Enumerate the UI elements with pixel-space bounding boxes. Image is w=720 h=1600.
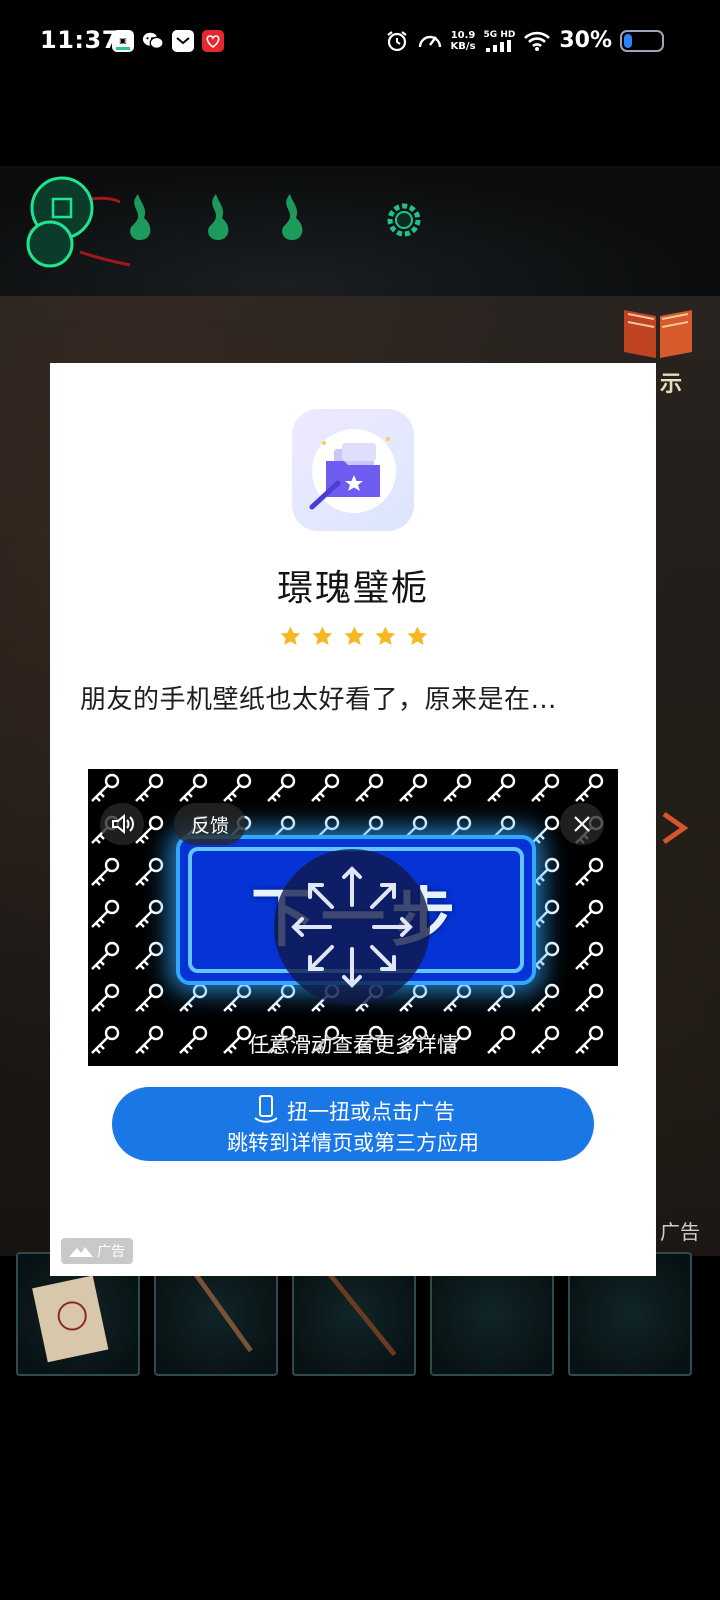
status-right: 10.9 KB/s 5G HD 30% <box>385 28 664 53</box>
wechat-icon <box>142 30 164 52</box>
ad-cta-button[interactable]: 扭一扭或点击广告 跳转到详情页或第三方应用 <box>112 1087 594 1161</box>
rating-stars <box>279 625 429 649</box>
alarm-icon <box>386 30 407 51</box>
flame-icon <box>282 194 303 240</box>
cell-signal-icon <box>485 39 511 52</box>
close-ad-button[interactable] <box>560 803 604 845</box>
cta-line-1: 扭一扭或点击广告 <box>112 1094 594 1126</box>
close-icon <box>574 816 590 832</box>
wallpaper-app-icon[interactable] <box>292 409 414 531</box>
hint-book-icon[interactable] <box>620 300 696 364</box>
app-name: 璟瑰璧栀 <box>276 568 429 609</box>
cta-line-2: 跳转到详情页或第三方应用 <box>227 1131 479 1155</box>
speaker-icon <box>112 813 134 835</box>
star-icon <box>407 626 428 646</box>
star-icon <box>344 626 364 646</box>
notification-icons: ▣ <box>112 30 224 52</box>
signal-label: 5G HD <box>483 29 516 40</box>
star-icon <box>375 626 396 646</box>
speed-gauge-icon <box>418 35 441 47</box>
phone-shake-icon <box>254 1095 278 1123</box>
ad-dialog[interactable]: 璟瑰璧栀 朋友的手机壁纸也太好看了，原来是在… 下一步 <box>50 363 656 1276</box>
ad-badge: 广告 <box>61 1238 133 1264</box>
chevron-right-icon[interactable] <box>658 808 694 848</box>
red-app-icon <box>202 30 224 52</box>
gear-icon[interactable] <box>384 200 424 240</box>
status-bar: 11:37 ▣ 10.9 KB/s 5G HD 30% <box>0 0 720 86</box>
folder-wand-icon <box>309 429 396 513</box>
battery-level-fill <box>624 33 632 48</box>
wifi-icon <box>524 31 551 51</box>
sound-toggle-button[interactable] <box>100 803 144 845</box>
swipe-arrows-icon <box>274 849 430 1005</box>
battery-icon <box>620 29 664 52</box>
ad-network-logo-icon <box>69 1247 93 1257</box>
side-ad-label: 广告 <box>660 1220 700 1244</box>
network-speed-unit: KB/s <box>450 40 476 52</box>
cta-line-1-text: 扭一扭或点击广告 <box>287 1100 455 1124</box>
flame-icon <box>208 194 229 240</box>
network-speed: 10.9 KB/s <box>451 30 476 52</box>
star-icon <box>312 626 333 646</box>
svg-text:▣: ▣ <box>119 36 127 45</box>
ad-badge-label: 广告 <box>97 1244 125 1260</box>
swipe-hint-text: 任意滑动查看更多详情 <box>248 1033 458 1057</box>
hint-label: 示 <box>660 372 683 397</box>
battery-percent: 30% <box>559 28 612 53</box>
network-speed-value: 10.9 <box>450 29 476 41</box>
mail-icon <box>172 30 194 52</box>
sim-app-icon: ▣ <box>112 30 134 52</box>
app-description: 朋友的手机壁纸也太好看了，原来是在… <box>80 685 558 715</box>
feedback-button[interactable]: 反馈 <box>174 803 246 845</box>
coins-icon[interactable] <box>20 172 130 282</box>
cell-signal: 5G HD <box>483 29 516 52</box>
star-icon <box>280 626 301 646</box>
flame-icon <box>130 194 151 240</box>
status-time: 11:37 <box>40 26 119 54</box>
ad-video[interactable]: 下一步 反馈 任意滑动查看更多详情 <box>88 769 618 1066</box>
